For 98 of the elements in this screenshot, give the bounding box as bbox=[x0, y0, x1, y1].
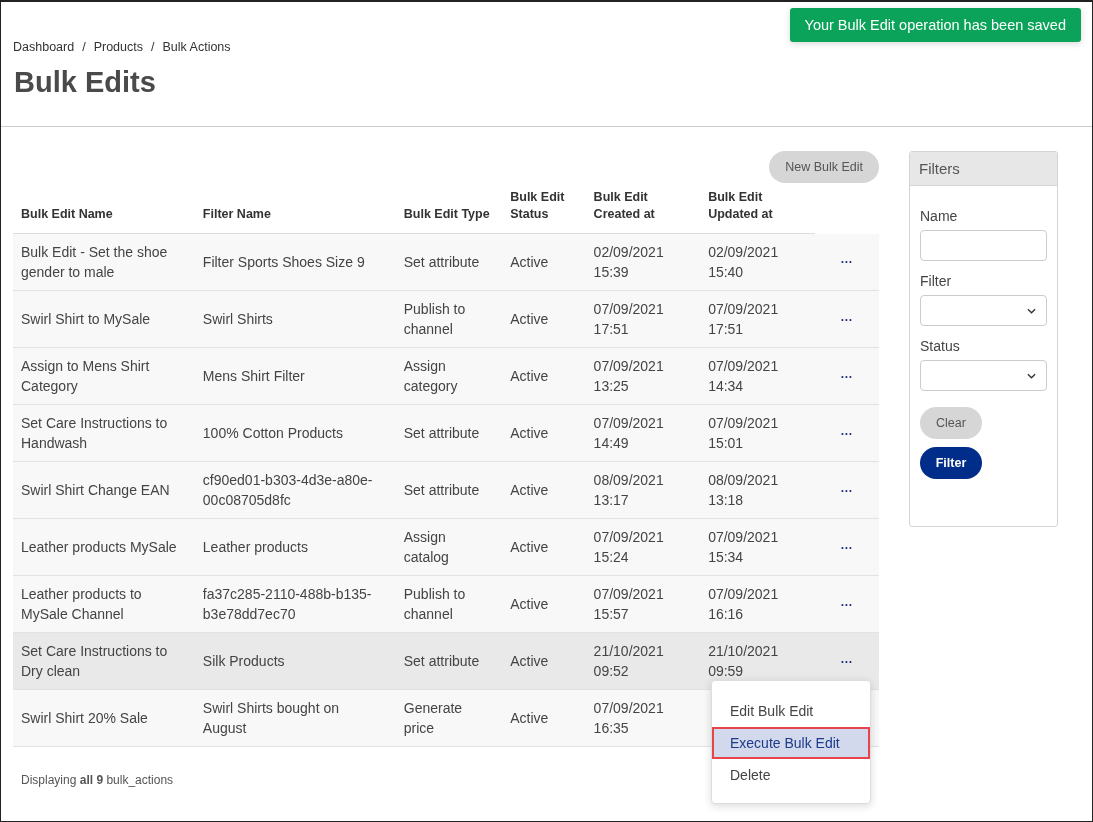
table-cell: Set attribute bbox=[403, 254, 480, 270]
table-row[interactable]: Set Care Instructions to Handwash 100% Cotton Products Set attribute Active 07/09/2021 14:49 07/09/2021 15:01 ··· bbox=[13, 404, 879, 462]
table-cell: Generate price bbox=[403, 700, 463, 736]
breadcrumb-link[interactable]: Dashboard bbox=[13, 40, 75, 54]
table-cell: Assign category bbox=[403, 358, 458, 394]
table-cell-text: Leather products bbox=[202, 538, 308, 557]
more-actions-link[interactable]: ··· bbox=[840, 483, 853, 498]
table-cell: Assign to Mens Shirt Category bbox=[21, 358, 150, 394]
column-header: Bulk Edit Updated at bbox=[700, 189, 815, 234]
table-row[interactable]: Leather products MySale Leather products Assign catalog Active 07/09/2021 15:24 07/09/2021 15:34 ··· bbox=[13, 518, 879, 576]
results-summary: Displaying all 9 bulk_actions bbox=[21, 773, 174, 787]
table-cell: Set attribute bbox=[403, 425, 480, 441]
table-cell: Active bbox=[510, 710, 549, 726]
table-cell: 21/10/2021 09:59 bbox=[708, 643, 779, 679]
table-cell: Active bbox=[510, 254, 549, 270]
field-label: Filter bbox=[920, 273, 952, 289]
select-field[interactable] bbox=[920, 295, 1047, 326]
table-row[interactable]: Bulk Edit - Set the shoe gender to male Filter Sports Shoes Size 9 Set attribute Active 02/09/2021 15:39 02/09/2021 15:40 ··· bbox=[13, 233, 879, 291]
table-cell: 21/10/2021 09:52 bbox=[593, 643, 664, 679]
table-cell-text: Swirl Shirts bbox=[202, 310, 273, 329]
table-cell: Active bbox=[510, 368, 549, 384]
table-cell: 08/09/2021 13:18 bbox=[708, 472, 779, 508]
table-row[interactable]: Set Care Instructions to Dry clean Silk Products Set attribute Active 21/10/2021 09:52 21/10/2021 09:59 ··· bbox=[13, 632, 879, 690]
clear-button[interactable]: Clear bbox=[920, 407, 982, 439]
more-actions-link[interactable]: ··· bbox=[840, 540, 853, 555]
table-cell-text: Swirl Shirts bought on August bbox=[202, 699, 340, 738]
table-cell: Publish to channel bbox=[403, 586, 466, 622]
more-actions-link[interactable]: ··· bbox=[840, 312, 853, 327]
breadcrumb-link[interactable]: Products bbox=[93, 40, 143, 54]
table-cell: 07/09/2021 16:16 bbox=[708, 586, 779, 622]
field-label: Status bbox=[920, 338, 960, 354]
table-cell: 07/09/2021 14:34 bbox=[708, 358, 779, 394]
table-cell: Active bbox=[510, 482, 549, 498]
table-row[interactable]: Leather products to MySale Channel fa37c285-2110-488b-b135-b3e78dd7ec70 Publish to channel Active 07/09/2021 15:57 07/09/2021 16:16 ··· bbox=[13, 575, 879, 633]
table-cell: 07/09/2021 15:34 bbox=[708, 529, 779, 565]
table-cell: 07/09/2021 15:24 bbox=[593, 529, 664, 565]
table-cell: 07/09/2021 16:35 bbox=[593, 700, 664, 736]
table-cell: Publish to channel bbox=[403, 301, 466, 337]
table-cell: Active bbox=[510, 311, 549, 327]
table-cell: Active bbox=[510, 425, 549, 441]
table-cell: 08/09/2021 13:17 bbox=[593, 472, 664, 508]
table-cell-text: Mens Shirt Filter bbox=[202, 367, 305, 386]
column-header: Bulk Edit Name bbox=[13, 189, 195, 234]
table-row[interactable]: Swirl Shirt Change EAN cf90ed01-b303-4d3e-a80e-00c08705d8fc Set attribute Active 08/09/2021 13:17 08/09/2021 13:18 ··· bbox=[13, 461, 879, 519]
table-cell: Swirl Shirt 20% Sale bbox=[21, 710, 148, 726]
table-cell: 02/09/2021 15:40 bbox=[708, 244, 779, 280]
table-cell: Active bbox=[510, 596, 549, 612]
more-actions-link[interactable]: ··· bbox=[840, 426, 853, 441]
table-cell: 07/09/2021 17:51 bbox=[593, 301, 664, 337]
new-bulk-edit-button[interactable]: New Bulk Edit bbox=[769, 151, 879, 183]
field-label: Name bbox=[920, 208, 958, 224]
table-cell: 02/09/2021 15:39 bbox=[593, 244, 664, 280]
more-actions-link[interactable]: ··· bbox=[840, 597, 853, 612]
column-header: Filter Name bbox=[194, 189, 396, 234]
breadcrumb-link[interactable]: Bulk Actions bbox=[162, 40, 231, 54]
panel-title: Filters bbox=[910, 152, 1057, 186]
menu-item[interactable]: Edit Bulk Edit bbox=[712, 695, 870, 727]
table-cell-text: fa37c285-2110-488b-b135-b3e78dd7ec70 bbox=[202, 585, 373, 624]
table-cell: Assign catalog bbox=[403, 529, 449, 565]
table-cell-text: Silk Products bbox=[202, 652, 285, 671]
menu-item[interactable]: Delete bbox=[712, 759, 870, 791]
column-header: Bulk Edit Created at bbox=[585, 189, 701, 234]
column-header: Bulk Edit Status bbox=[502, 189, 586, 234]
table-cell: Bulk Edit - Set the shoe gender to male bbox=[21, 244, 168, 280]
breadcrumb-separator: / bbox=[82, 40, 86, 54]
page-title: Bulk Edits bbox=[14, 66, 157, 99]
table-row[interactable]: Assign to Mens Shirt Category Mens Shirt Filter Assign category Active 07/09/2021 13:25 07/09/2021 14:34 ··· bbox=[13, 347, 879, 405]
table-cell: 07/09/2021 15:57 bbox=[593, 586, 664, 622]
table-row[interactable]: Swirl Shirt to MySale Swirl Shirts Publish to channel Active 07/09/2021 17:51 07/09/2021 17:51 ··· bbox=[13, 290, 879, 348]
table-cell-text: Filter Sports Shoes Size 9 bbox=[202, 253, 365, 272]
table-cell: 07/09/2021 13:25 bbox=[593, 358, 664, 394]
column-header: Bulk Edit Type bbox=[395, 189, 503, 234]
table-cell: Leather products to MySale Channel bbox=[21, 586, 142, 622]
success-toast: Your Bulk Edit operation has been saved bbox=[789, 8, 1081, 42]
table-cell: Swirl Shirt to MySale bbox=[21, 311, 151, 327]
chevron-down-icon bbox=[1027, 372, 1036, 379]
table-cell-text: 100% Cotton Products bbox=[202, 424, 343, 443]
table-cell-text: cf90ed01-b303-4d3e-a80e-00c08705d8fc bbox=[202, 471, 373, 510]
breadcrumb-separator: / bbox=[151, 40, 155, 54]
table-cell: Active bbox=[510, 539, 549, 555]
table-cell: Set Care Instructions to Handwash bbox=[21, 415, 168, 451]
table-cell: Set attribute bbox=[403, 653, 480, 669]
table-cell: 07/09/2021 14:49 bbox=[593, 415, 664, 451]
chevron-down-icon bbox=[1027, 307, 1036, 314]
more-actions-link[interactable]: ··· bbox=[840, 654, 853, 669]
table-cell: Set Care Instructions to Dry clean bbox=[21, 643, 168, 679]
more-actions-link[interactable]: ··· bbox=[840, 369, 853, 384]
table-cell: 07/09/2021 15:01 bbox=[708, 415, 779, 451]
more-actions-link[interactable]: ··· bbox=[840, 255, 853, 270]
table-cell: Leather products MySale bbox=[21, 539, 177, 555]
select-field[interactable] bbox=[920, 360, 1047, 391]
table-cell: 07/09/2021 17:51 bbox=[708, 301, 779, 337]
table-cell: Set attribute bbox=[403, 482, 480, 498]
table-cell: Active bbox=[510, 653, 549, 669]
menu-item[interactable]: Execute Bulk Edit bbox=[712, 727, 870, 759]
table-cell: Swirl Shirt Change EAN bbox=[21, 482, 170, 498]
filter-button[interactable]: Filter bbox=[920, 447, 982, 479]
input-field[interactable] bbox=[920, 230, 1047, 261]
